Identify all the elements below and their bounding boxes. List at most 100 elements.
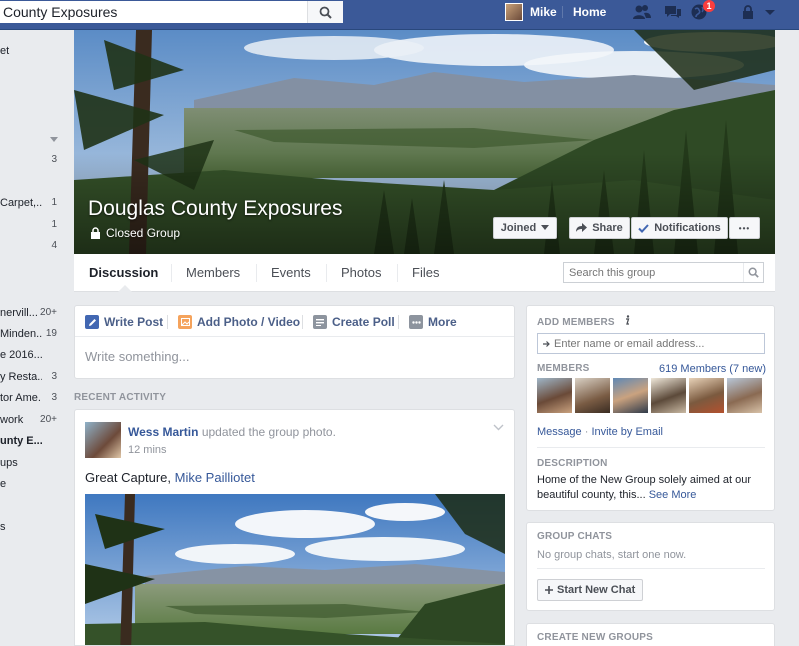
- create-groups-heading: CREATE NEW GROUPS: [537, 632, 653, 643]
- tab-events[interactable]: Events: [271, 254, 311, 292]
- divider: [562, 6, 563, 18]
- members-heading: MEMBERS: [537, 363, 590, 374]
- sidebar-item[interactable]: 1: [0, 219, 62, 235]
- top-navigation-bar: Mike Home 1: [0, 0, 799, 30]
- sidebar-item[interactable]: 3: [0, 154, 62, 170]
- write-post-label: Write Post: [104, 315, 164, 329]
- more-dots-icon: [409, 315, 423, 329]
- sidebar-item[interactable]: work 20+: [0, 414, 62, 430]
- group-search: [563, 262, 764, 283]
- sidebar-item-current-group[interactable]: unty E...: [0, 435, 62, 451]
- members-count-link[interactable]: 619 Members (7 new): [659, 363, 766, 375]
- group-chats-heading: GROUP CHATS: [537, 531, 613, 542]
- start-new-chat-button[interactable]: Start New Chat: [537, 579, 644, 601]
- more-tab[interactable]: More: [409, 314, 457, 330]
- search-button[interactable]: [307, 1, 343, 23]
- info-icon[interactable]: [623, 315, 631, 325]
- avatar: [505, 3, 523, 21]
- member-avatar[interactable]: [537, 378, 572, 413]
- post-photo[interactable]: [85, 494, 505, 645]
- post-author-name[interactable]: Wess Martin: [128, 425, 198, 439]
- add-members-heading: ADD MEMBERS: [537, 315, 631, 328]
- message-link[interactable]: Message: [537, 426, 582, 438]
- member-avatar[interactable]: [575, 378, 610, 413]
- more-options-button[interactable]: •••: [729, 217, 760, 239]
- create-groups-card: CREATE NEW GROUPS: [526, 623, 775, 646]
- divider: [397, 264, 398, 282]
- friend-requests-icon[interactable]: [632, 3, 652, 21]
- profile-link[interactable]: Mike: [505, 3, 557, 21]
- sidebar-item[interactable]: et: [0, 45, 62, 61]
- write-post-tab[interactable]: Write Post: [85, 314, 163, 330]
- plus-icon: [545, 586, 553, 594]
- privacy-lock-icon[interactable]: [738, 3, 758, 21]
- more-label: More: [428, 315, 457, 329]
- checkmark-icon: [638, 223, 649, 233]
- member-avatar[interactable]: [651, 378, 686, 413]
- member-avatar[interactable]: [727, 378, 762, 413]
- composer-input[interactable]: Write something...: [85, 349, 190, 364]
- composer-tabs: Write Post Add Photo / Video Create Poll…: [75, 306, 514, 337]
- sidebar-item[interactable]: e: [0, 478, 62, 494]
- divider: [167, 315, 168, 329]
- post-composer: Write Post Add Photo / Video Create Poll…: [74, 305, 515, 379]
- chevron-down-icon[interactable]: [493, 424, 504, 431]
- invite-by-email-link[interactable]: Invite by Email: [591, 426, 663, 438]
- tab-photos[interactable]: Photos: [341, 254, 381, 292]
- global-search-input[interactable]: [0, 1, 306, 23]
- group-cover-photo[interactable]: Douglas County Exposures Closed Group Jo…: [74, 30, 775, 254]
- messages-icon[interactable]: [663, 3, 683, 21]
- sidebar-item[interactable]: e 2016...: [0, 349, 62, 365]
- tab-files[interactable]: Files: [412, 254, 439, 292]
- description-heading: DESCRIPTION: [537, 458, 608, 469]
- sidebar-item[interactable]: tor Ame...3: [0, 392, 62, 408]
- lock-icon: [91, 227, 100, 239]
- photo-icon: [178, 315, 192, 329]
- notifications-button[interactable]: Notifications: [631, 217, 728, 239]
- sidebar-item[interactable]: s: [0, 521, 62, 537]
- home-link[interactable]: Home: [573, 3, 606, 21]
- group-privacy: Closed Group: [90, 226, 180, 240]
- chevron-down-icon[interactable]: [50, 137, 58, 143]
- tagged-user-link[interactable]: Mike Pailliotet: [175, 470, 255, 485]
- group-search-input[interactable]: [564, 263, 739, 282]
- profile-name: Mike: [530, 5, 557, 19]
- add-member-field: [537, 333, 765, 354]
- divider: [398, 315, 399, 329]
- add-member-input[interactable]: [554, 334, 759, 353]
- tab-members[interactable]: Members: [186, 254, 240, 292]
- add-photo-video-tab[interactable]: Add Photo / Video: [178, 314, 300, 330]
- share-button[interactable]: Share: [569, 217, 630, 239]
- group-navigation: Discussion Members Events Photos Files: [74, 254, 775, 292]
- post-landscape-image: [85, 494, 505, 645]
- sidebar-item[interactable]: ups: [0, 457, 62, 473]
- feed-post: Wess Martin updated the group photo. 12 …: [74, 409, 515, 646]
- group-chats-empty-text: No group chats, start one now.: [537, 549, 687, 561]
- joined-label: Joined: [500, 222, 537, 234]
- more-options-icon: •••: [738, 223, 751, 233]
- member-thumbnails: [537, 378, 766, 414]
- member-avatar[interactable]: [613, 378, 648, 413]
- post-header: Wess Martin updated the group photo.: [128, 425, 336, 439]
- joined-button[interactable]: Joined: [493, 217, 557, 239]
- members-row: MEMBERS 619 Members (7 new): [537, 362, 766, 376]
- see-more-link[interactable]: See More: [649, 489, 697, 501]
- group-chats-card: GROUP CHATS No group chats, start one no…: [526, 522, 775, 611]
- sidebar-item[interactable]: 4: [0, 240, 62, 256]
- avatar[interactable]: [85, 422, 121, 458]
- divider: [537, 568, 765, 569]
- group-name[interactable]: Douglas County Exposures: [88, 197, 342, 221]
- group-search-button[interactable]: [743, 263, 763, 282]
- sidebar-item[interactable]: Minden... 19: [0, 328, 62, 344]
- post-timestamp[interactable]: 12 mins: [128, 444, 167, 456]
- add-arrow-icon: [543, 340, 550, 347]
- sidebar-item[interactable]: y Resta... 3: [0, 371, 62, 387]
- sidebar-item[interactable]: Carpet,... 1: [0, 197, 62, 213]
- group-description: Home of the New Group solely aimed at ou…: [537, 473, 765, 503]
- sidebar-item[interactable]: nervill... 20+: [0, 307, 62, 323]
- post-text: Great Capture, Mike Pailliotet: [85, 470, 255, 485]
- create-poll-tab[interactable]: Create Poll: [313, 314, 395, 330]
- account-menu-caret-icon[interactable]: [760, 3, 780, 21]
- member-avatar[interactable]: [689, 378, 724, 413]
- start-new-chat-label: Start New Chat: [557, 584, 636, 596]
